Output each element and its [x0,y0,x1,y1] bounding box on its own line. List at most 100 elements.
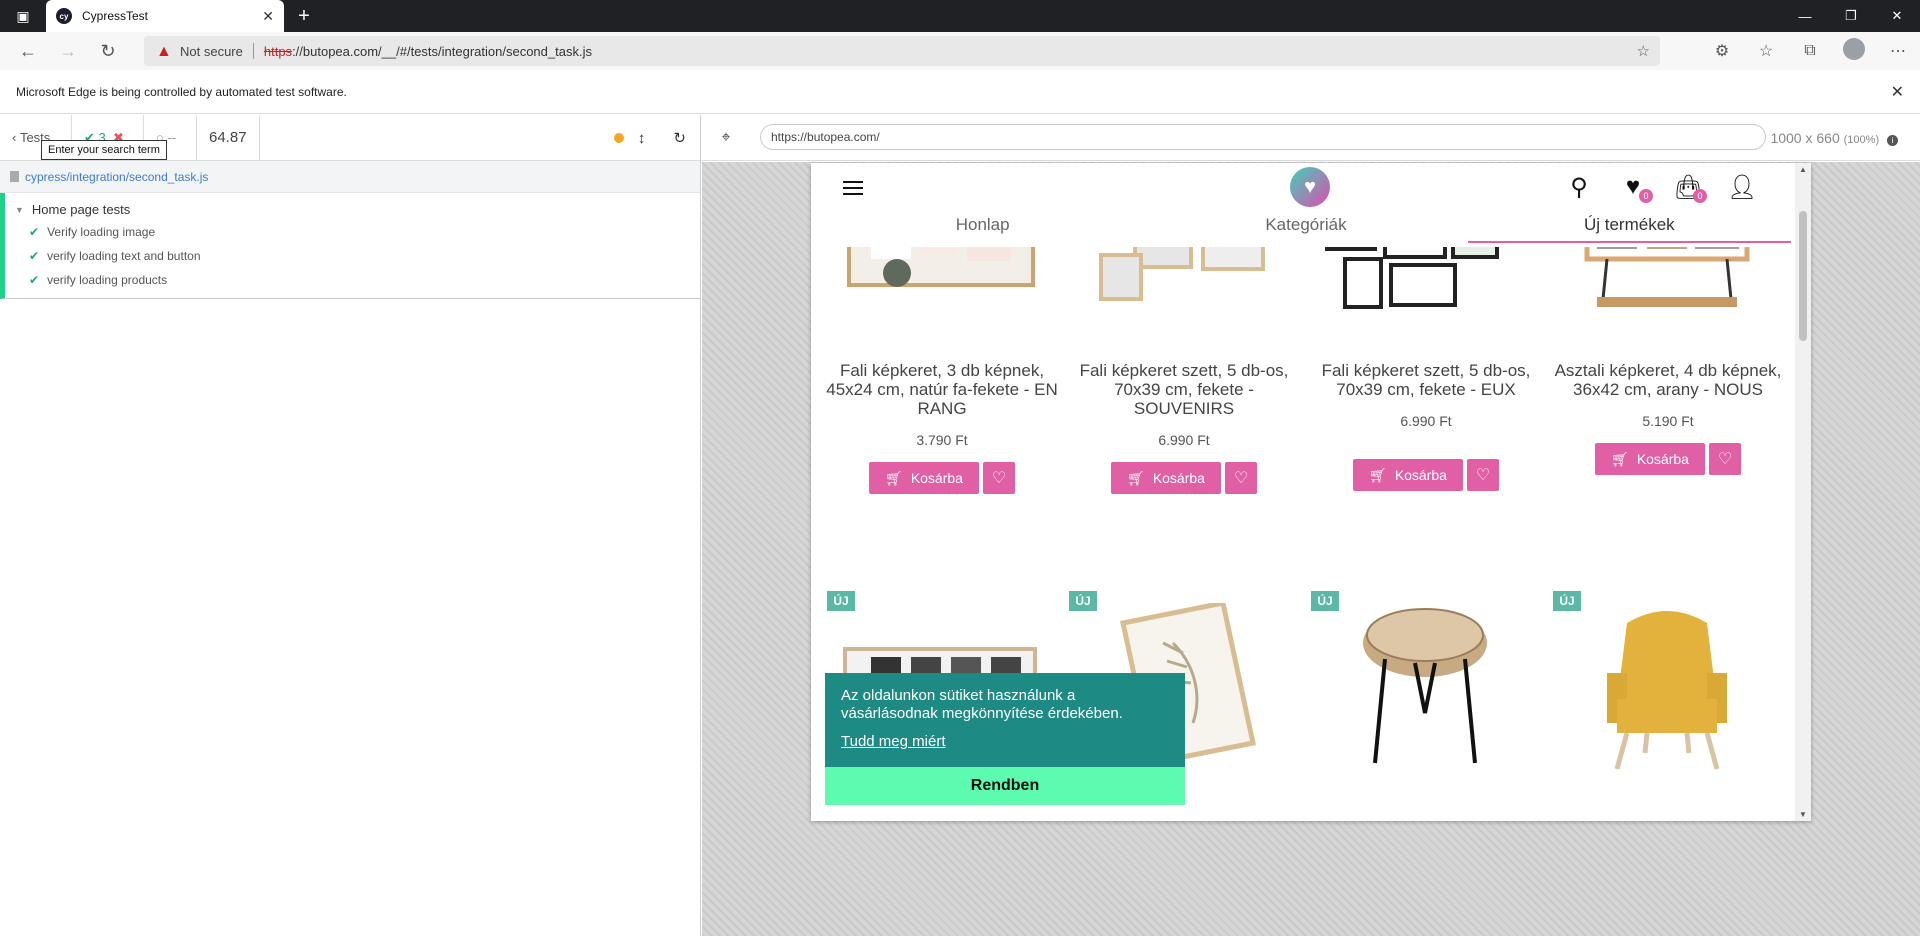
suite-header[interactable]: ▼ Home page tests [5,199,700,220]
product-image[interactable] [1325,603,1525,773]
main-menu: Honlap Kategóriák Új termékek [821,211,1791,243]
back-icon[interactable]: ← [8,32,48,70]
wishlist-button[interactable]: ♡ [983,462,1015,494]
test-title: verify loading text and button [47,249,201,263]
new-badge: ÚJ [827,591,855,611]
check-icon: ✔ [29,249,40,263]
menu-item-home[interactable]: Honlap [821,211,1144,243]
warning-icon: ▲ [156,43,172,60]
product-price: 6.990 Ft [1400,413,1452,429]
product-actions: 🛒︎ Kosárba ♡ [1305,459,1547,491]
test-title: Verify loading image [47,225,156,239]
product-title[interactable]: Fali képkeret szett, 5 db-os, 70x39 cm, … [1305,361,1547,399]
product-title[interactable]: Fali képkeret szett, 5 db-os, 70x39 cm, … [1063,361,1305,418]
aut-url-field[interactable]: https://butopea.com/ [760,124,1766,150]
cookie-banner: Az oldalunkon sütiket használunk a vásár… [825,673,1185,809]
auto-scroll-icon[interactable]: ↕ [638,130,646,147]
product-image[interactable] [1567,603,1767,773]
minimize-icon[interactable]: — [1782,0,1828,32]
wishlist-button[interactable]: ♡ [1225,462,1257,494]
tab-close-icon[interactable]: ✕ [262,8,274,25]
test-row[interactable]: ✔ verify loading products [5,268,700,292]
url-scheme: https [263,43,293,59]
wishlist-button[interactable]: ♡ [1709,443,1741,475]
duration: 64.87 [196,114,260,161]
url-path: ://butopea.com/__/#/tests/integration/se… [292,43,592,59]
cookie-accept-button[interactable]: Rendben [825,767,1185,805]
suite: ▼ Home page tests ✔ Verify loading image… [0,193,700,299]
search-tooltip: Enter your search term [41,140,167,160]
cookie-learn-more-link[interactable]: Tudd meg miért [841,733,1169,751]
window-controls: — ❐ ✕ [1782,0,1920,32]
product-title[interactable]: Asztali képkeret, 4 db képnek, 36x42 cm,… [1547,361,1789,399]
address-input[interactable]: ▲ Not secure https ://butopea.com/__/#/t… [144,36,1660,66]
site-logo-icon[interactable]: ♥ [1290,167,1330,207]
menu-item-new-products[interactable]: Új termékek [1467,211,1791,243]
forward-icon[interactable]: → [48,32,88,70]
header-icons: ⚲ ♥ 0 👜︎ 0 👤︎ [1565,173,1757,203]
extensions-icon[interactable]: ⚙ [1700,41,1744,61]
cart-count: 0 [1693,189,1707,203]
cypress-reporter: ‹ Tests ✔ 3 ✖ ○ -- 64.87 Enter your sear… [0,114,701,936]
cookie-text: Az oldalunkon sütiket használunk a vásár… [841,687,1123,722]
reporter-header: ‹ Tests ✔ 3 ✖ ○ -- 64.87 Enter your sear… [0,114,700,161]
add-to-cart-label: Kosárba [1152,470,1205,486]
wishlist-button[interactable]: ♡ [1467,459,1499,491]
test-row[interactable]: ✔ Verify loading image [5,220,700,244]
viewport-zoom: (100%) [1843,134,1880,146]
status-dot-icon [613,133,624,143]
browser-tab[interactable]: cy CypressTest ✕ [46,0,284,32]
test-row[interactable]: ✔ verify loading text and button [5,244,700,268]
scroll-down-icon[interactable]: ▼ [1799,810,1807,819]
new-tab-icon[interactable]: + [284,5,324,28]
collections-icon[interactable]: ⧉ [1788,42,1832,60]
tab-title: CypressTest [82,9,149,23]
favorite-add-icon[interactable]: ☆ [1637,42,1650,60]
infobar-close-icon[interactable]: ✕ [1891,82,1904,102]
favorites-icon[interactable]: ☆ [1744,41,1788,61]
add-to-cart-button[interactable]: 🛒︎ Kosárba [1595,443,1705,475]
cart-icon: 🛒︎ [1369,466,1387,483]
product-card: Asztali képkeret, 4 db képnek, 36x42 cm,… [1547,361,1789,475]
product-actions: 🛒︎ Kosárba ♡ [821,462,1063,494]
menu-item-categories[interactable]: Kategóriák [1144,211,1467,243]
aut-scrollbar[interactable]: ▲ ▼ [1795,163,1811,821]
reload-icon[interactable]: ↻ [88,32,128,70]
user-icon[interactable]: 👤︎ [1727,173,1757,203]
add-to-cart-button[interactable]: 🛒︎ Kosárba [1353,459,1463,491]
profile-icon[interactable] [1832,37,1876,65]
cart-bag-icon[interactable]: 👜︎ 0 [1673,173,1707,203]
test-title: verify loading products [47,273,168,287]
cart-icon: 🛒︎ [1611,450,1629,467]
viewport-info[interactable]: 1000 x 660 (100%) i [1770,130,1898,146]
product-actions: 🛒︎ Kosárba ♡ [1547,443,1789,475]
spec-path-row[interactable]: cypress/integration/second_task.js [0,161,700,193]
automation-infobar: Microsoft Edge is being controlled by au… [0,70,1920,114]
hamburger-menu-icon[interactable] [843,181,863,195]
product-card: Fali képkeret, 3 db képnek, 45x24 cm, na… [821,361,1063,494]
infobar-text: Microsoft Edge is being controlled by au… [16,84,347,99]
restore-icon[interactable]: ❐ [1828,0,1874,32]
divider [252,43,254,59]
pending-count: -- [167,130,177,145]
restart-icon[interactable]: ↻ [673,129,686,147]
more-icon[interactable]: ⋯ [1876,41,1920,61]
check-icon: ✔ [29,225,40,239]
wishlist-icon[interactable]: ♥ 0 [1619,173,1653,203]
close-window-icon[interactable]: ✕ [1874,0,1920,32]
cart-icon: 🛒︎ [1127,469,1145,486]
product-card: Fali képkeret szett, 5 db-os, 70x39 cm, … [1063,361,1305,494]
add-to-cart-button[interactable]: 🛒︎ Kosárba [1111,462,1221,494]
search-icon[interactable]: ⚲ [1565,173,1593,203]
product-title[interactable]: Fali képkeret, 3 db képnek, 45x24 cm, na… [821,361,1063,418]
aut-iframe: Fali képkeret, 3 db képnek, 45x24 cm, na… [811,163,1811,821]
scroll-up-icon[interactable]: ▲ [1799,165,1807,174]
scrollbar-thumb[interactable] [1799,211,1807,341]
tab-actions-icon[interactable]: ▣ [0,0,46,32]
product-price: 3.790 Ft [916,432,968,448]
product-price: 6.990 Ft [1158,432,1210,448]
add-to-cart-button[interactable]: 🛒︎ Kosárba [869,462,979,494]
wishlist-count: 0 [1639,189,1653,203]
spec-path: cypress/integration/second_task.js [25,169,209,184]
selector-playground-icon[interactable]: ⌖ [702,129,750,147]
